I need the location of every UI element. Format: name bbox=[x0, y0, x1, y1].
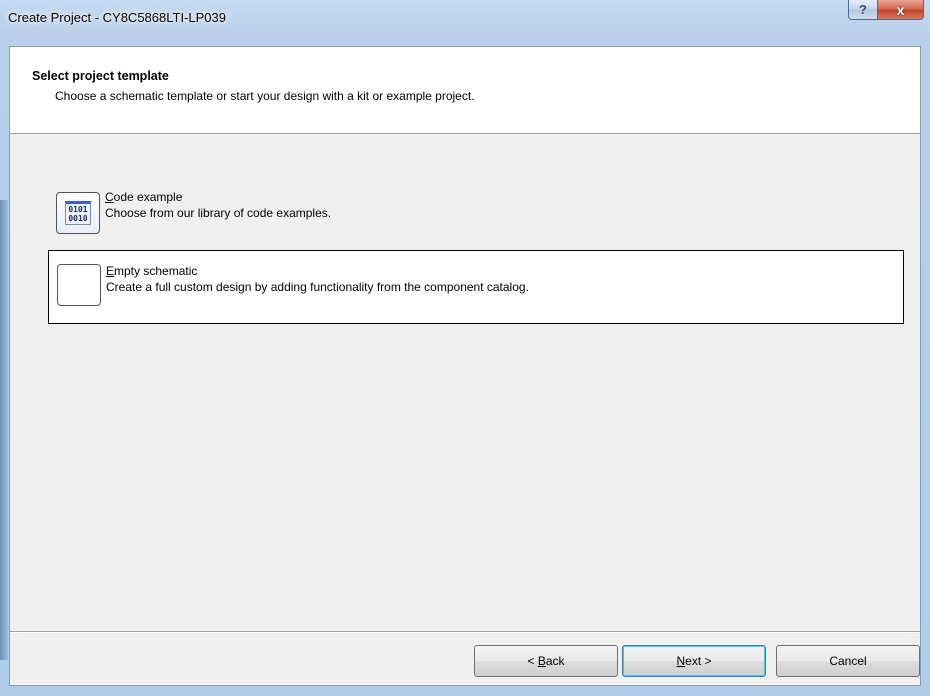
binary-code-icon-text-bottom: 0010 bbox=[68, 214, 88, 223]
option-title-rest: mpty schematic bbox=[114, 264, 198, 278]
page-title: Select project template bbox=[32, 69, 169, 83]
option-description: Create a full custom design by adding fu… bbox=[106, 280, 529, 294]
back-button[interactable]: < Back bbox=[474, 645, 618, 677]
binary-code-icon-graphic: 0101 0010 bbox=[65, 201, 91, 225]
option-empty-schematic[interactable]: Empty schematic Create a full custom des… bbox=[48, 250, 904, 324]
binary-code-icon: 0101 0010 bbox=[56, 192, 100, 234]
background-window-edge bbox=[0, 200, 8, 660]
footer-divider bbox=[10, 631, 920, 633]
help-icon: ? bbox=[859, 2, 867, 17]
cancel-button[interactable]: Cancel bbox=[776, 645, 920, 677]
dialog-window: Create Project - CY8C5868LTI-LP039 ? x S… bbox=[0, 0, 930, 696]
empty-schematic-icon bbox=[57, 264, 101, 306]
option-title-mnemonic: E bbox=[106, 264, 115, 278]
back-button-prefix: < bbox=[527, 654, 538, 668]
back-button-mnemonic: B bbox=[537, 654, 546, 668]
close-button[interactable]: x bbox=[878, 0, 924, 20]
binary-code-icon-text-top: 0101 bbox=[68, 205, 88, 214]
page-subtitle: Choose a schematic template or start you… bbox=[55, 89, 475, 103]
next-button-mnemonic: N bbox=[676, 654, 686, 668]
help-button[interactable]: ? bbox=[848, 0, 878, 20]
wizard-header: Select project template Choose a schemat… bbox=[10, 47, 920, 134]
option-code-example[interactable]: 0101 0010 Code example Choose from our l… bbox=[48, 177, 904, 251]
back-button-rest: ack bbox=[545, 654, 565, 668]
option-title: Code example bbox=[105, 190, 182, 204]
next-button[interactable]: Next > bbox=[622, 645, 766, 677]
close-icon: x bbox=[896, 1, 905, 18]
caption-buttons: ? x bbox=[848, 0, 924, 20]
cancel-button-label: Cancel bbox=[829, 654, 867, 668]
next-button-rest: ext > bbox=[685, 654, 712, 668]
window-title: Create Project - CY8C5868LTI-LP039 bbox=[8, 10, 226, 25]
title-bar[interactable]: Create Project - CY8C5868LTI-LP039 ? x bbox=[0, 0, 930, 46]
option-title: Empty schematic bbox=[106, 264, 197, 278]
option-title-rest: ode example bbox=[113, 190, 183, 204]
option-description: Choose from our library of code examples… bbox=[105, 206, 332, 220]
option-title-mnemonic: C bbox=[105, 190, 114, 204]
dialog-client-area: Select project template Choose a schemat… bbox=[9, 46, 921, 686]
